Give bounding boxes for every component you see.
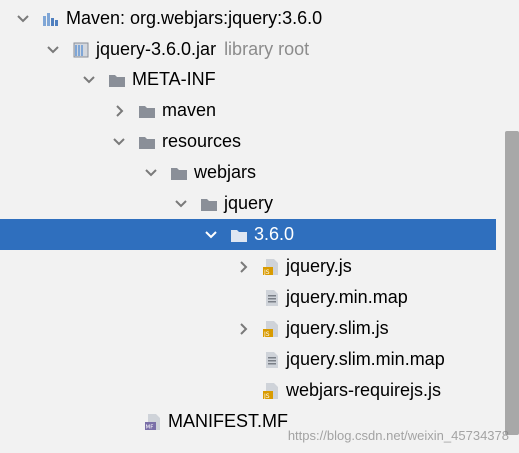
tree-row-jar[interactable]: jquery-3.6.0.jar library root <box>0 34 496 65</box>
text-file-icon <box>262 351 280 369</box>
js-file-icon: JS <box>262 382 280 400</box>
tree-item-label: 3.6.0 <box>254 224 295 244</box>
folder-icon <box>138 102 156 120</box>
tree-row-jquery-js[interactable]: JS jquery.js <box>0 251 496 282</box>
tree-row-jquery-slim-js[interactable]: JS jquery.slim.js <box>0 313 496 344</box>
chevron-right-icon[interactable] <box>112 104 126 118</box>
js-file-icon: JS <box>262 320 280 338</box>
tree-row-jquery-min-map[interactable]: jquery.min.map <box>0 282 496 313</box>
js-file-icon: JS <box>262 258 280 276</box>
svg-text:JS: JS <box>263 393 270 400</box>
tree-item-label: Maven: org.webjars:jquery:3.6.0 <box>66 8 323 28</box>
tree-row-webjars-requirejs[interactable]: JS webjars-requirejs.js <box>0 375 496 406</box>
svg-text:JS: JS <box>263 331 270 338</box>
tree-item-label: webjars-requirejs.js <box>286 380 442 400</box>
folder-icon <box>138 133 156 151</box>
chevron-down-icon[interactable] <box>82 73 96 87</box>
tree-item-label: jquery <box>224 193 274 213</box>
tree-item-label: MANIFEST.MF <box>168 411 288 431</box>
chevron-right-icon[interactable] <box>236 322 250 336</box>
library-icon <box>42 10 60 28</box>
tree-item-label: jquery.slim.js <box>286 318 389 338</box>
tree-item-label: jquery.min.map <box>286 287 408 307</box>
chevron-down-icon[interactable] <box>46 43 60 57</box>
watermark-text: https://blog.csdn.net/weixin_45734378 <box>287 428 509 443</box>
tree-row-version-folder[interactable]: 3.6.0 <box>0 219 496 250</box>
svg-text:JS: JS <box>263 269 270 276</box>
folder-icon <box>230 226 248 244</box>
tree-item-label: jquery.slim.min.map <box>286 349 445 369</box>
vertical-scrollbar[interactable] <box>505 131 519 435</box>
jar-icon <box>72 41 90 59</box>
chevron-down-icon[interactable] <box>16 12 30 26</box>
tree-item-label: maven <box>162 100 217 120</box>
chevron-down-icon[interactable] <box>204 228 218 242</box>
chevron-down-icon[interactable] <box>112 135 126 149</box>
tree-row-resources[interactable]: resources <box>0 126 496 157</box>
tree-row-maven-folder[interactable]: maven <box>0 95 496 126</box>
tree-row-jquery-slim-min-map[interactable]: jquery.slim.min.map <box>0 344 496 375</box>
tree-item-label: jquery-3.6.0.jar <box>96 39 217 59</box>
chevron-down-icon[interactable] <box>174 197 188 211</box>
tree-item-label: resources <box>162 131 242 151</box>
chevron-down-icon[interactable] <box>144 166 158 180</box>
manifest-file-icon: MF <box>144 413 162 431</box>
chevron-right-icon[interactable] <box>236 260 250 274</box>
tree-row-jquery-folder[interactable]: jquery <box>0 188 496 219</box>
tree-item-label: META-INF <box>132 69 216 89</box>
tree-item-label: jquery.js <box>286 256 352 276</box>
tree-row-webjars[interactable]: webjars <box>0 157 496 188</box>
svg-text:MF: MF <box>146 424 154 430</box>
library-root-label: library root <box>224 39 310 59</box>
text-file-icon <box>262 289 280 307</box>
folder-icon <box>170 164 188 182</box>
tree-row-meta-inf[interactable]: META-INF <box>0 64 496 95</box>
folder-icon <box>108 71 126 89</box>
tree-item-label: webjars <box>194 162 257 182</box>
project-tree-panel: Maven: org.webjars:jquery:3.6.0 jquery-3… <box>0 0 519 453</box>
tree-row-maven-library[interactable]: Maven: org.webjars:jquery:3.6.0 <box>0 3 496 34</box>
folder-icon <box>200 195 218 213</box>
